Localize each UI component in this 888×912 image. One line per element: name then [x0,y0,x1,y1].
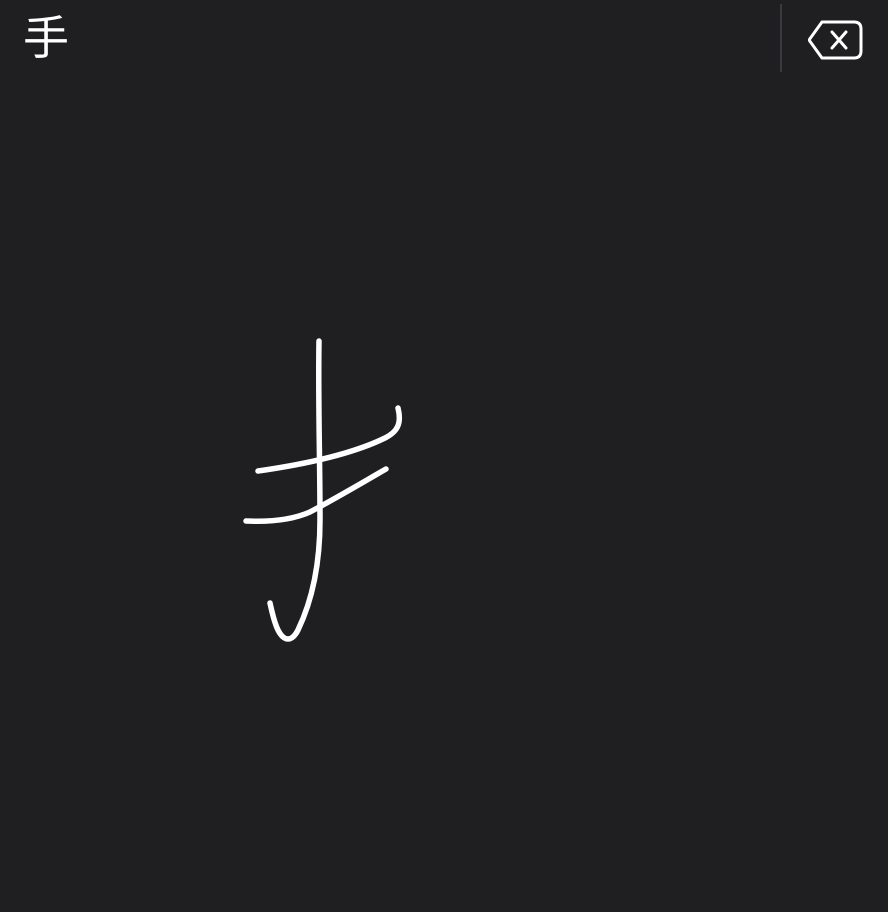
handwriting-strokes [243,338,403,642]
stroke-lower [243,466,389,524]
handwriting-keyboard: 手 [0,0,888,912]
stroke-upper [255,405,403,474]
handwriting-canvas[interactable] [0,78,888,912]
stroke-vertical [267,338,323,642]
